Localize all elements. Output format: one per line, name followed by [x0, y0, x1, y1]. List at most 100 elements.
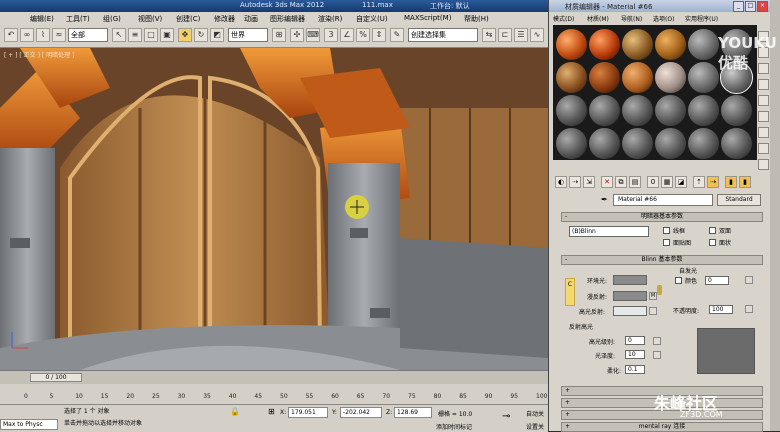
select-object-icon[interactable]: ↖	[112, 28, 126, 42]
get-material-icon[interactable]: ◐	[555, 176, 567, 188]
minimize-icon[interactable]: _	[733, 1, 744, 12]
sample-slot[interactable]	[556, 29, 587, 60]
spinner-snap-icon[interactable]: ⇕	[372, 28, 386, 42]
material-navigator-icon[interactable]	[758, 159, 769, 170]
sample-slot[interactable]	[622, 128, 653, 159]
selection-filter-dropdown[interactable]: 全部	[68, 28, 108, 42]
specular-map-button[interactable]	[649, 307, 657, 315]
spec-level-spinner[interactable]: 0	[625, 336, 645, 345]
sample-slot[interactable]	[721, 128, 752, 159]
edit-named-sel-icon[interactable]: ✎	[390, 28, 404, 42]
curve-editor-icon[interactable]: ∿	[530, 28, 544, 42]
window-crossing-icon[interactable]: ▣	[160, 28, 174, 42]
mirror-icon[interactable]: ⇆	[482, 28, 496, 42]
z-coordinate[interactable]: 128.69	[394, 407, 432, 418]
sample-slot[interactable]	[589, 128, 620, 159]
named-selection-dropdown[interactable]: 创建选择集	[408, 28, 478, 42]
menu-modifiers[interactable]: 修改器	[214, 14, 235, 24]
sample-slot[interactable]	[589, 62, 620, 93]
x-coordinate[interactable]: 179.051	[288, 407, 328, 418]
face-map-checkbox[interactable]	[663, 239, 670, 246]
scale-icon[interactable]: ◩	[210, 28, 224, 42]
select-by-name-icon[interactable]: ≡	[128, 28, 142, 42]
sample-slot[interactable]	[556, 62, 587, 93]
sample-slot[interactable]	[622, 95, 653, 126]
key-icon[interactable]: ⊸	[502, 411, 510, 422]
percent-snap-icon[interactable]: %	[356, 28, 370, 42]
time-slider[interactable]: 0 / 100	[30, 373, 82, 382]
shader-rollout-header[interactable]: - 明暗器基本参数	[561, 212, 763, 222]
uv-tiling-icon[interactable]	[758, 79, 769, 90]
two-sided-checkbox[interactable]	[709, 227, 716, 234]
opacity-map-button[interactable]	[745, 305, 753, 313]
material-name-field[interactable]: Material #66	[613, 194, 713, 206]
menu-animation[interactable]: 动画	[244, 14, 258, 24]
menu-graph-editors[interactable]: 图形编辑器	[270, 14, 305, 24]
video-color-check-icon[interactable]	[758, 95, 769, 106]
align-icon[interactable]: ⊏	[498, 28, 512, 42]
select-by-material-icon[interactable]	[758, 143, 769, 154]
wire-checkbox[interactable]	[663, 227, 670, 234]
rect-selection-icon[interactable]: □	[144, 28, 158, 42]
eyedropper-icon[interactable]: ✒	[601, 195, 608, 204]
shader-dropdown[interactable]: (B)Blinn	[569, 226, 649, 237]
keyboard-shortcut-icon[interactable]: ⌨	[306, 28, 320, 42]
make-preview-icon[interactable]	[758, 111, 769, 122]
menu-edit[interactable]: 编辑(E)	[30, 14, 54, 24]
sample-slot[interactable]	[655, 62, 686, 93]
sample-slot[interactable]	[589, 95, 620, 126]
mat-menu-material[interactable]: 材质(M)	[587, 14, 609, 23]
maximize-icon[interactable]: □	[745, 1, 756, 12]
time-slider-track[interactable]	[0, 370, 548, 385]
mat-menu-navigation[interactable]: 导航(N)	[621, 14, 642, 23]
diffuse-map-button[interactable]: M	[649, 292, 657, 300]
make-unique-icon[interactable]: ⧉	[615, 176, 627, 188]
sample-slot[interactable]	[622, 29, 653, 60]
menu-help[interactable]: 帮助(H)	[464, 14, 489, 24]
set-key-button[interactable]: 设置关	[526, 422, 544, 431]
ambient-swatch[interactable]	[613, 275, 647, 285]
menu-customize[interactable]: 自定义(U)	[356, 14, 388, 24]
close-icon[interactable]: ×	[757, 1, 768, 12]
sample-slot[interactable]	[556, 128, 587, 159]
lock-ambient-diffuse-button[interactable]: C	[565, 278, 575, 306]
select-manipulate-icon[interactable]: ✣	[290, 28, 304, 42]
opacity-spinner[interactable]: 100	[709, 305, 733, 314]
mat-menu-mode[interactable]: 模式(D)	[553, 14, 574, 23]
sample-slot[interactable]	[688, 29, 719, 60]
sample-slot[interactable]	[655, 128, 686, 159]
sample-slot[interactable]	[655, 29, 686, 60]
pick-from-object-icon[interactable]: ▮	[725, 176, 737, 188]
move-icon[interactable]: ✥	[178, 28, 192, 42]
auto-key-button[interactable]: 自动关	[526, 409, 544, 418]
perspective-viewport[interactable]: [ + ] [ 正交 ] [ 明暗处理 ]	[0, 48, 548, 370]
viewport-label[interactable]: [ + ] [ 正交 ] [ 明暗处理 ]	[4, 50, 74, 59]
rotate-icon[interactable]: ↻	[194, 28, 208, 42]
mat-menu-options[interactable]: 选项(O)	[653, 14, 674, 23]
snap-toggle-icon[interactable]: 3	[324, 28, 338, 42]
layer-icon[interactable]: ☰	[514, 28, 528, 42]
lock-selection-icon[interactable]: 🔒	[230, 407, 240, 416]
menu-views[interactable]: 视图(V)	[138, 14, 162, 24]
self-illum-spinner[interactable]: 0	[705, 276, 729, 285]
glossiness-spinner[interactable]: 10	[625, 350, 645, 359]
menu-tools[interactable]: 工具(T)	[66, 14, 90, 24]
sample-slot[interactable]	[688, 95, 719, 126]
ref-coord-dropdown[interactable]: 世界	[228, 28, 268, 42]
menu-maxscript[interactable]: MAXScript(M)	[404, 14, 451, 22]
sample-slot[interactable]	[688, 128, 719, 159]
sample-slot[interactable]	[589, 29, 620, 60]
menu-group[interactable]: 组(G)	[103, 14, 121, 24]
sample-slot[interactable]	[688, 62, 719, 93]
material-id-icon[interactable]: 0	[647, 176, 659, 188]
go-forward-sibling-icon[interactable]: ⇢	[707, 176, 719, 188]
maxscript-listener[interactable]: Max to Physc	[0, 419, 58, 430]
faceted-checkbox[interactable]	[709, 239, 716, 246]
reset-map-icon[interactable]: ✕	[601, 176, 613, 188]
add-time-tag[interactable]: 添加时间标记	[436, 422, 472, 431]
go-to-parent-icon[interactable]: ⇡	[693, 176, 705, 188]
unlink-icon[interactable]: ⌇	[36, 28, 50, 42]
bind-icon[interactable]: ≈	[52, 28, 66, 42]
put-to-scene-icon[interactable]: ⇢	[569, 176, 581, 188]
glossiness-map-button[interactable]	[653, 351, 661, 359]
